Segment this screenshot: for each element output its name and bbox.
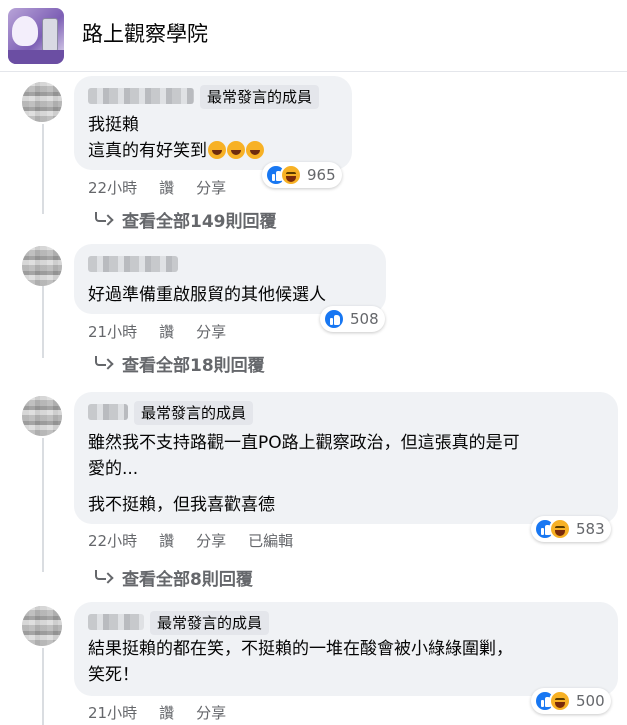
avatar-strip [8,50,64,64]
reply-arrow-icon [92,211,112,227]
like-button[interactable]: 讚 [159,321,174,342]
share-button[interactable]: 分享 [196,177,226,198]
comment-actions: 21小時 讚 分享 [88,702,226,723]
share-button[interactable]: 分享 [196,702,226,723]
group-title[interactable]: 路上觀察學院 [82,18,208,48]
view-replies-label: 查看全部8則回覆 [122,570,253,590]
reaction-summary[interactable]: 583 [531,516,611,542]
haha-icon [280,164,302,186]
like-button[interactable]: 讚 [159,530,174,551]
reaction-count: 508 [350,310,379,328]
view-replies-label: 查看全部149則回覆 [122,212,277,232]
comment-actions: 21小時 讚 分享 [88,321,226,342]
commenter-avatar[interactable] [22,246,62,286]
like-button[interactable]: 讚 [159,177,174,198]
rolling-laughing-emoji [227,141,245,159]
comment-line: 結果挺賴的都在笑，不挺賴的一堆在酸會被小綠綠圍剿， [88,639,513,659]
view-replies-button[interactable]: 查看全部8則回覆 [92,565,253,590]
commenter-avatar[interactable] [22,606,62,646]
top-contributor-badge[interactable]: 最常發言的成員 [150,611,270,635]
haha-icon [549,690,571,712]
phone-graphic [42,18,58,52]
commenter-avatar[interactable] [22,82,62,122]
share-button[interactable]: 分享 [196,530,226,551]
reaction-summary[interactable]: 965 [262,162,342,188]
commenter-name[interactable] [88,88,194,104]
haha-icon [549,518,571,540]
reaction-summary[interactable]: 500 [531,688,611,714]
comment-line: 雖然我不支持路觀一直PO路上觀察政治，但這張真的是可 [88,433,520,453]
thread-line [42,648,44,725]
rolling-laughing-emoji [208,141,226,159]
comment-text: 雖然我不支持路觀一直PO路上觀察政治，但這張真的是可 愛的... 我不挺賴，但我… [88,430,520,518]
comment-text: 我挺賴 這真的有好笑到 [88,112,264,164]
like-button[interactable]: 讚 [159,702,174,723]
group-header: 路上觀察學院 [0,0,627,72]
view-replies-button[interactable]: 查看全部18則回覆 [92,351,265,376]
thread-line [42,438,44,572]
comment-line: 好過準備重啟服貿的其他候選人 [88,285,326,305]
timestamp[interactable]: 22小時 [88,530,137,551]
rolling-laughing-emoji [246,141,264,159]
reaction-summary[interactable]: 508 [320,306,385,332]
reaction-count: 500 [576,692,605,710]
comment-line: 我挺賴 [88,115,139,135]
share-button[interactable]: 分享 [196,321,226,342]
view-replies-button[interactable]: 查看全部149則回覆 [92,207,277,232]
edited-label[interactable]: 已編輯 [248,530,293,551]
thread-line [42,124,44,214]
commenter-name[interactable] [88,256,178,272]
commenter-name[interactable] [88,614,144,630]
comment-actions: 22小時 讚 分享 已編輯 [88,530,293,551]
view-replies-label: 查看全部18則回覆 [122,356,265,376]
comment-text: 結果挺賴的都在笑，不挺賴的一堆在酸會被小綠綠圍剿， 笑死！ [88,636,513,688]
comment-line: 笑死！ [88,665,139,685]
timestamp[interactable]: 22小時 [88,177,137,198]
commenter-avatar[interactable] [22,396,62,436]
comment-line: 愛的... [88,459,139,479]
timestamp[interactable]: 21小時 [88,321,137,342]
commenter-name[interactable] [88,404,128,420]
comment-text: 好過準備重啟服貿的其他候選人 [88,282,326,308]
reply-arrow-icon [92,569,112,585]
mascot-graphic [12,16,38,46]
comment-actions: 22小時 讚 分享 [88,177,226,198]
reply-arrow-icon [92,355,112,371]
top-contributor-badge[interactable]: 最常發言的成員 [134,401,254,425]
reaction-count: 965 [307,166,336,184]
timestamp[interactable]: 21小時 [88,702,137,723]
comment-line: 我不挺賴，但我喜歡喜德 [88,495,275,515]
reaction-count: 583 [576,520,605,538]
group-avatar[interactable] [8,8,64,64]
top-contributor-badge[interactable]: 最常發言的成員 [200,85,320,109]
like-icon [323,308,345,330]
comment-line: 這真的有好笑到 [88,138,264,164]
